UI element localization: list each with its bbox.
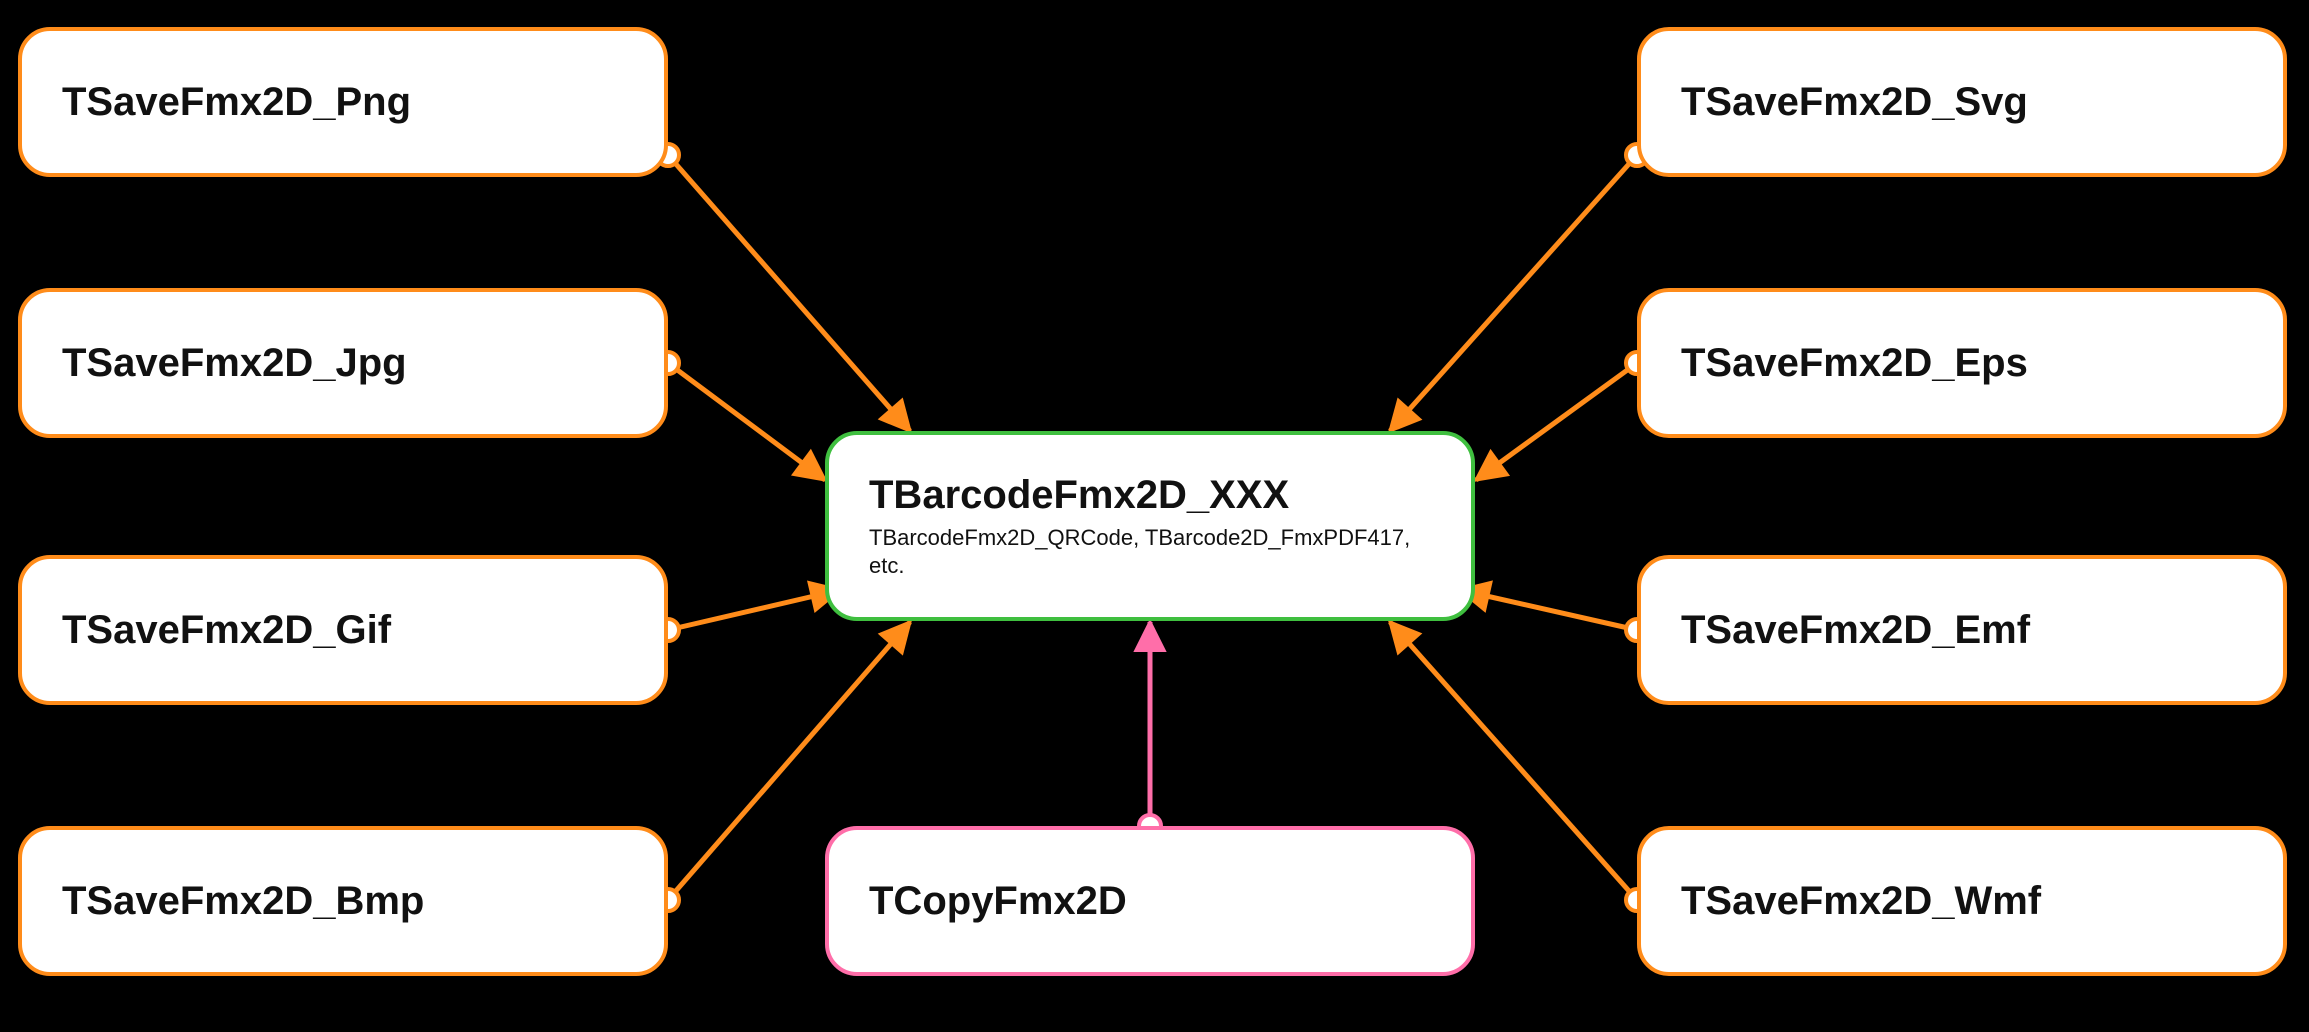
node-barcode-fmx2d-subtitle: TBarcodeFmx2D_QRCode, TBarcode2D_FmxPDF4…: [869, 524, 1431, 579]
node-save-svg-title: TSaveFmx2D_Svg: [1681, 80, 2243, 125]
edge-save-svg-to-barcode-fmx2d: [1390, 144, 1648, 431]
node-save-png: TSaveFmx2D_Png: [18, 27, 668, 177]
node-save-emf-title: TSaveFmx2D_Emf: [1681, 608, 2243, 653]
diagram-canvas: TBarcodeFmx2D_XXX TBarcodeFmx2D_QRCode, …: [0, 0, 2309, 1032]
node-barcode-fmx2d-title: TBarcodeFmx2D_XXX: [869, 473, 1431, 518]
edge-save-jpg-to-barcode-fmx2d: [657, 352, 825, 480]
node-barcode-fmx2d: TBarcodeFmx2D_XXX TBarcodeFmx2D_QRCode, …: [825, 431, 1475, 621]
edge-save-eps-to-barcode-fmx2d: [1476, 352, 1648, 480]
node-save-emf: TSaveFmx2D_Emf: [1637, 555, 2287, 705]
node-save-svg: TSaveFmx2D_Svg: [1637, 27, 2287, 177]
node-copy-fmx2d-title: TCopyFmx2D: [869, 879, 1431, 924]
node-save-png-title: TSaveFmx2D_Png: [62, 80, 624, 125]
node-save-jpg-title: TSaveFmx2D_Jpg: [62, 341, 624, 386]
edge-save-emf-to-barcode-fmx2d: [1460, 590, 1648, 641]
node-save-bmp: TSaveFmx2D_Bmp: [18, 826, 668, 976]
node-save-eps-title: TSaveFmx2D_Eps: [1681, 341, 2243, 386]
node-save-wmf-title: TSaveFmx2D_Wmf: [1681, 879, 2243, 924]
node-save-bmp-title: TSaveFmx2D_Bmp: [62, 879, 624, 924]
node-save-gif: TSaveFmx2D_Gif: [18, 555, 668, 705]
node-save-eps: TSaveFmx2D_Eps: [1637, 288, 2287, 438]
edge-save-gif-to-barcode-fmx2d: [657, 590, 840, 641]
edge-copy-fmx2d-to-barcode-fmx2d: [1139, 622, 1161, 837]
node-save-jpg: TSaveFmx2D_Jpg: [18, 288, 668, 438]
edge-save-png-to-barcode-fmx2d: [657, 144, 910, 431]
node-save-gif-title: TSaveFmx2D_Gif: [62, 608, 624, 653]
node-save-wmf: TSaveFmx2D_Wmf: [1637, 826, 2287, 976]
node-copy-fmx2d: TCopyFmx2D: [825, 826, 1475, 976]
